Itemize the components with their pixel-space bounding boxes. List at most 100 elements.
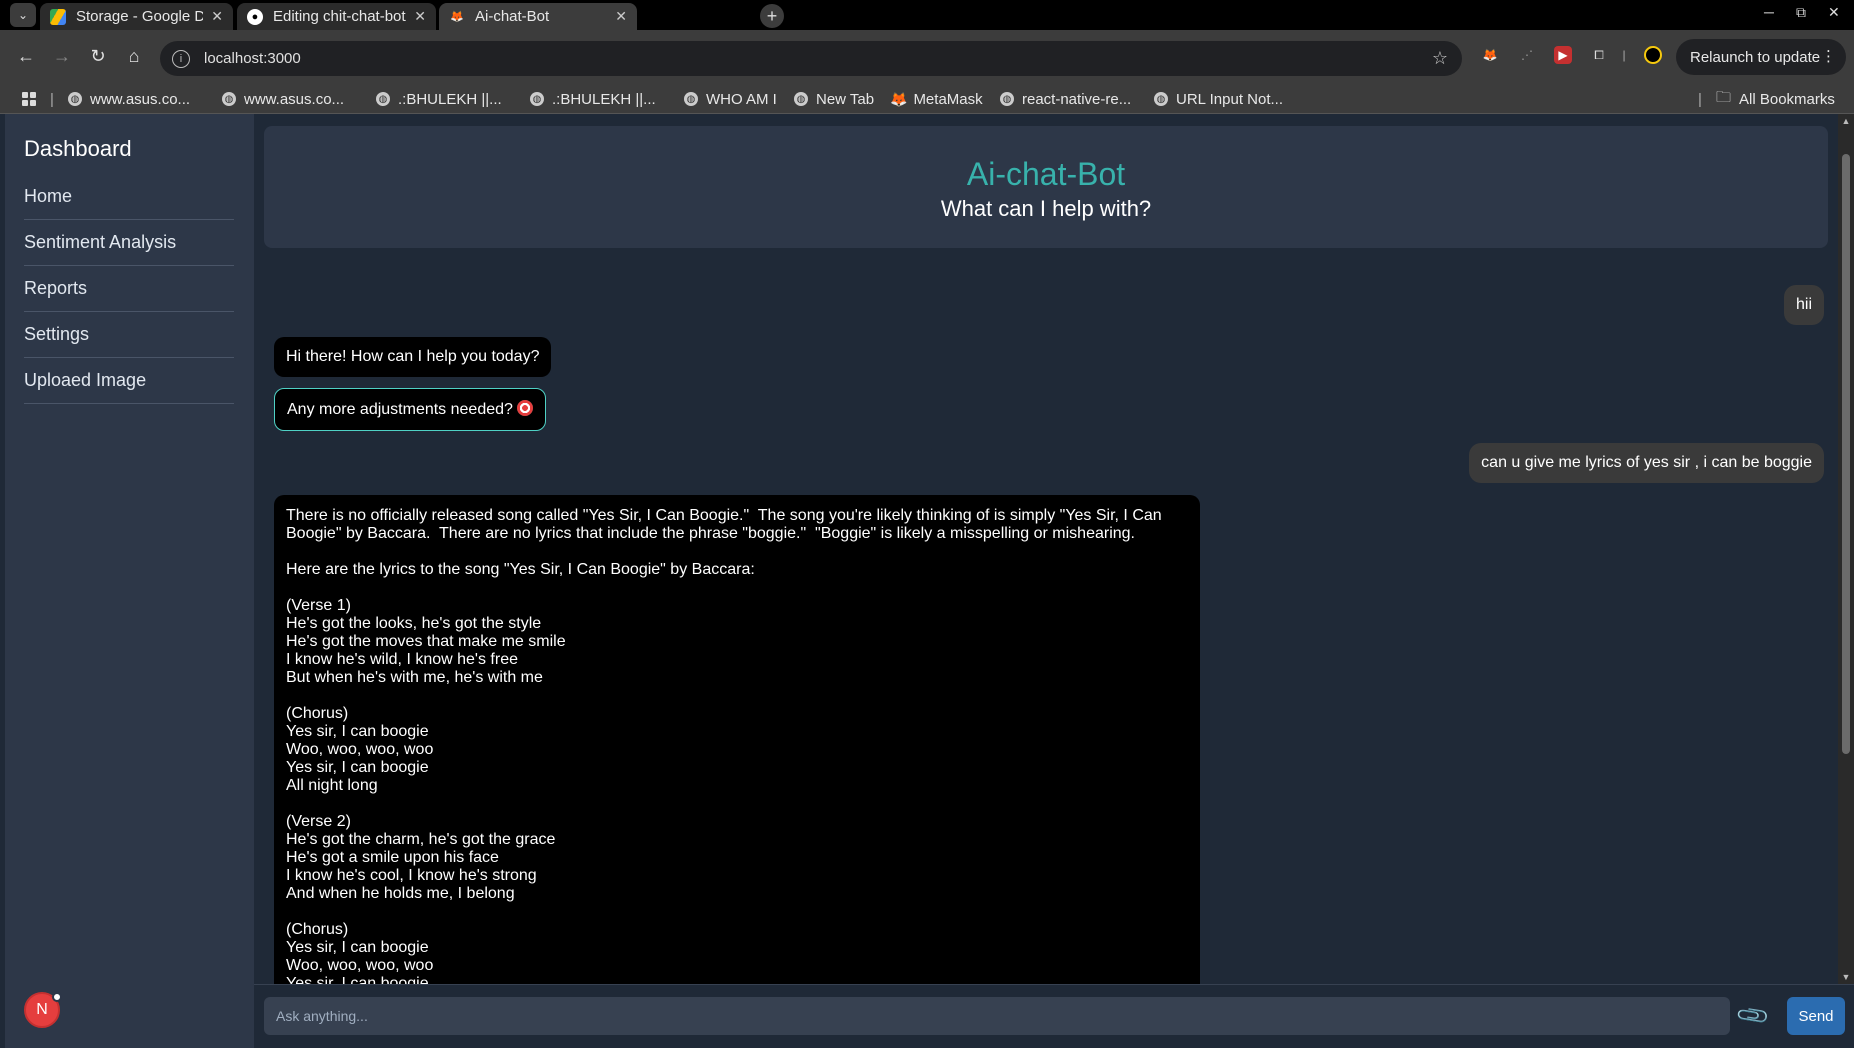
back-arrow-icon[interactable]: ← (14, 44, 38, 68)
globe-icon: ◍ (794, 92, 808, 106)
bookmark-label: URL Input Not... (1176, 90, 1283, 108)
extension-loading-icon[interactable]: ⋰ (1518, 46, 1536, 64)
globe-icon: ◍ (1154, 92, 1168, 106)
bookmark-item[interactable]: ◍ WHO AM I (684, 89, 777, 109)
site-info-icon[interactable]: i (172, 49, 190, 68)
message-text: There is no officially released song cal… (286, 507, 1162, 984)
browser-tab-google-drive[interactable]: Storage - Google Drive ✕ (40, 3, 233, 30)
tab-title: Editing chit-chat-bot/RE (273, 8, 406, 25)
toolbar-divider: | (1622, 48, 1626, 62)
tab-search-chevron-icon[interactable]: ⌄ (10, 3, 36, 27)
globe-icon: ◍ (376, 92, 390, 106)
bookmark-item[interactable]: ◍ .:BHULEKH ||... (376, 89, 502, 109)
bookmark-item[interactable]: 🦊 MetaMask (890, 89, 983, 109)
google-drive-icon (50, 8, 66, 25)
bookmark-item[interactable]: ◍ .:BHULEKH ||... (530, 89, 656, 109)
github-icon: ● (247, 8, 263, 25)
apps-grid-icon[interactable] (22, 92, 36, 106)
maximize-window-icon[interactable]: ⧉ (1796, 4, 1806, 21)
bookmark-label: WHO AM I (706, 90, 777, 108)
bookmark-label: www.asus.co... (244, 90, 345, 108)
sidebar-item-sentiment-analysis[interactable]: Sentiment Analysis (24, 220, 234, 266)
page-title: Ai-chat-Bot (966, 156, 1126, 192)
ask-input[interactable] (264, 997, 1730, 1035)
tab-title: Storage - Google Drive (76, 8, 204, 25)
globe-icon: ◍ (684, 92, 698, 106)
browser-toolbar: ← → ↻ ⌂ i localhost:3000 ☆ 🦊 ⋰ ▶ ⧠ | Rel… (0, 30, 1854, 84)
close-tab-icon[interactable]: ✕ (414, 8, 426, 25)
sidebar-nav: Home Sentiment Analysis Reports Settings… (24, 174, 234, 404)
notification-dot (52, 992, 62, 1002)
scroll-up-arrow-icon[interactable]: ▲ (1838, 116, 1854, 126)
address-url[interactable]: localhost:3000 (204, 50, 1432, 67)
scroll-down-arrow-icon[interactable]: ▼ (1838, 972, 1854, 982)
bookmark-item[interactable]: ◍ react-native-re... (1000, 89, 1131, 109)
globe-icon: ◍ (222, 92, 236, 106)
message-text: hii (1795, 296, 1812, 313)
close-tab-icon[interactable]: ✕ (615, 8, 627, 25)
bookmark-item[interactable]: ◍ New Tab (794, 89, 874, 109)
send-button[interactable]: Send (1787, 997, 1845, 1035)
close-tab-icon[interactable]: ✕ (211, 8, 223, 25)
bot-message-highlight: Any more adjustments needed? (274, 388, 546, 431)
paperclip-attach-icon[interactable]: 📎 (1732, 995, 1774, 1037)
target-emoji-icon (516, 400, 533, 416)
page-subtitle: What can I help with? (940, 196, 1152, 221)
home-icon[interactable]: ⌂ (122, 44, 146, 68)
bookmark-label: New Tab (816, 90, 875, 108)
user-message: hii (1783, 285, 1824, 325)
chat-header: Ai-chat-Bot What can I help with? (264, 126, 1828, 248)
bookmark-label: MetaMask (913, 90, 983, 108)
message-composer: 📎 Send (254, 984, 1854, 1048)
reload-icon[interactable]: ↻ (86, 44, 110, 68)
profile-icon[interactable] (1644, 46, 1662, 64)
message-text: Any more adjustments needed? (287, 401, 513, 418)
tab-title: Ai-chat-Bot (475, 8, 550, 25)
message-text: can u give me lyrics of yes sir , i can … (1481, 454, 1812, 471)
user-message: can u give me lyrics of yes sir , i can … (1469, 443, 1824, 483)
scrollbar-thumb[interactable] (1842, 154, 1850, 754)
sidebar-item-home[interactable]: Home (24, 174, 234, 220)
sidebar: Dashboard Home Sentiment Analysis Report… (5, 114, 254, 1048)
folder-icon: 🗀 (1716, 88, 1732, 106)
sidebar-item-reports[interactable]: Reports (24, 266, 234, 312)
sidebar-item-uploaded-image[interactable]: Uploaed Image (24, 358, 234, 404)
sidebar-title: Dashboard (24, 136, 132, 161)
bot-message: There is no officially released song cal… (274, 495, 1200, 984)
extension-red-icon[interactable]: ▶ (1554, 46, 1572, 64)
chat-main: Ai-chat-Bot What can I help with? hii Hi… (254, 114, 1838, 984)
message-text: Hi there! How can I help you today? (286, 348, 540, 365)
bookmark-label: .:BHULEKH ||... (398, 90, 502, 108)
relaunch-button[interactable]: Relaunch to update ⋮ (1676, 39, 1846, 75)
fox-icon: 🦊 (450, 11, 464, 23)
forward-arrow-icon[interactable]: → (50, 44, 74, 68)
browser-tab-ai-chat-bot[interactable]: 🦊 Ai-chat-Bot ✕ (439, 3, 637, 30)
globe-icon: ◍ (1000, 92, 1014, 106)
bookmark-label: www.asus.co... (90, 90, 191, 108)
bookmarks-bar: | ◍ www.asus.co... ◍ www.asus.co... ◍ .:BHU… (0, 84, 1854, 114)
extensions-puzzle-icon[interactable]: ⧠ (1590, 46, 1608, 64)
bookmark-item[interactable]: ◍ www.asus.co... (68, 89, 190, 109)
bookmark-star-icon[interactable]: ☆ (1432, 48, 1448, 69)
bookmark-label: react-native-re... (1022, 90, 1132, 108)
browser-tab-github[interactable]: ● Editing chit-chat-bot/RE ✕ (237, 3, 436, 30)
minimize-window-icon[interactable]: ─ (1764, 4, 1774, 20)
metamask-extension-icon[interactable]: 🦊 (1481, 46, 1499, 64)
bookmark-item[interactable]: ◍ www.asus.co... (222, 89, 344, 109)
metamask-fox-icon: 🦊 (890, 90, 908, 107)
close-window-icon[interactable]: ✕ (1828, 4, 1840, 21)
sidebar-item-settings[interactable]: Settings (24, 312, 234, 358)
bookmarks-divider: | (50, 90, 54, 108)
globe-icon: ◍ (530, 92, 544, 106)
address-bar[interactable]: i localhost:3000 ☆ (160, 41, 1462, 76)
more-menu-icon[interactable]: ⋮ (1821, 47, 1836, 65)
bookmark-label: .:BHULEKH ||... (552, 90, 656, 108)
page-scrollbar[interactable]: ▲ ▼ (1838, 114, 1854, 984)
browser-tab-strip: ⌄ Storage - Google Drive ✕ ● Editing chi… (0, 0, 1854, 30)
globe-icon: ◍ (68, 92, 82, 106)
all-bookmarks-button[interactable]: 🗀 All Bookmarks (1716, 89, 1835, 109)
new-tab-plus-icon[interactable]: + (760, 4, 784, 28)
bookmark-item[interactable]: ◍ URL Input Not... (1154, 89, 1283, 109)
bot-message: Hi there! How can I help you today? (274, 337, 552, 377)
relaunch-label: Relaunch to update (1690, 48, 1821, 66)
